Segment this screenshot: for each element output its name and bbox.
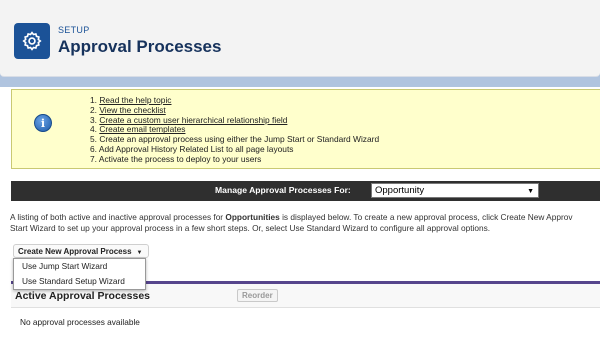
step-item: 7. Activate the process to deploy to you…: [90, 153, 262, 164]
steps-list: 1. Read the help topic 2. View the check…: [90, 95, 379, 165]
page-title: Approval Processes: [58, 37, 222, 56]
panel-title: Active Approval Processes: [15, 290, 151, 302]
menu-item-standard-wizard[interactable]: Use Standard Setup Wizard: [14, 274, 145, 289]
description-text: A listing of both active and inactive ap…: [10, 212, 573, 233]
empty-state-text: No approval processes available: [20, 317, 140, 327]
section-label: SETUP: [58, 25, 90, 35]
custom-field-link[interactable]: Create a custom user hierarchical relati…: [99, 115, 287, 125]
menu-item-jump-start[interactable]: Use Jump Start Wizard: [14, 259, 145, 274]
checklist-link[interactable]: View the checklist: [99, 105, 165, 115]
page-header: SETUP Approval Processes: [0, 0, 600, 77]
email-templates-link[interactable]: Create email templates: [99, 124, 185, 134]
create-dropdown-menu: Use Jump Start Wizard Use Standard Setup…: [13, 258, 146, 290]
object-select-value: Opportunity: [375, 185, 425, 196]
help-topic-link[interactable]: Read the help topic: [99, 95, 171, 105]
chevron-down-icon: ▼: [136, 250, 143, 256]
select-arrow-icon: ▼: [527, 188, 534, 195]
manage-label: Manage Approval Processes For:: [215, 185, 351, 195]
info-icon: i: [34, 114, 52, 132]
main-content: i 1. Read the help topic 2. View the che…: [0, 87, 600, 337]
gear-icon: [14, 23, 50, 59]
create-approval-process-button[interactable]: Create New Approval Process ▼: [13, 244, 150, 258]
reorder-button[interactable]: Reorder: [237, 289, 278, 302]
manage-bar: Manage Approval Processes For: Opportuni…: [11, 181, 600, 201]
object-select[interactable]: Opportunity ▼: [371, 183, 539, 198]
getting-started-box: i 1. Read the help topic 2. View the che…: [11, 89, 600, 169]
panel-body: No approval processes available: [11, 307, 600, 337]
